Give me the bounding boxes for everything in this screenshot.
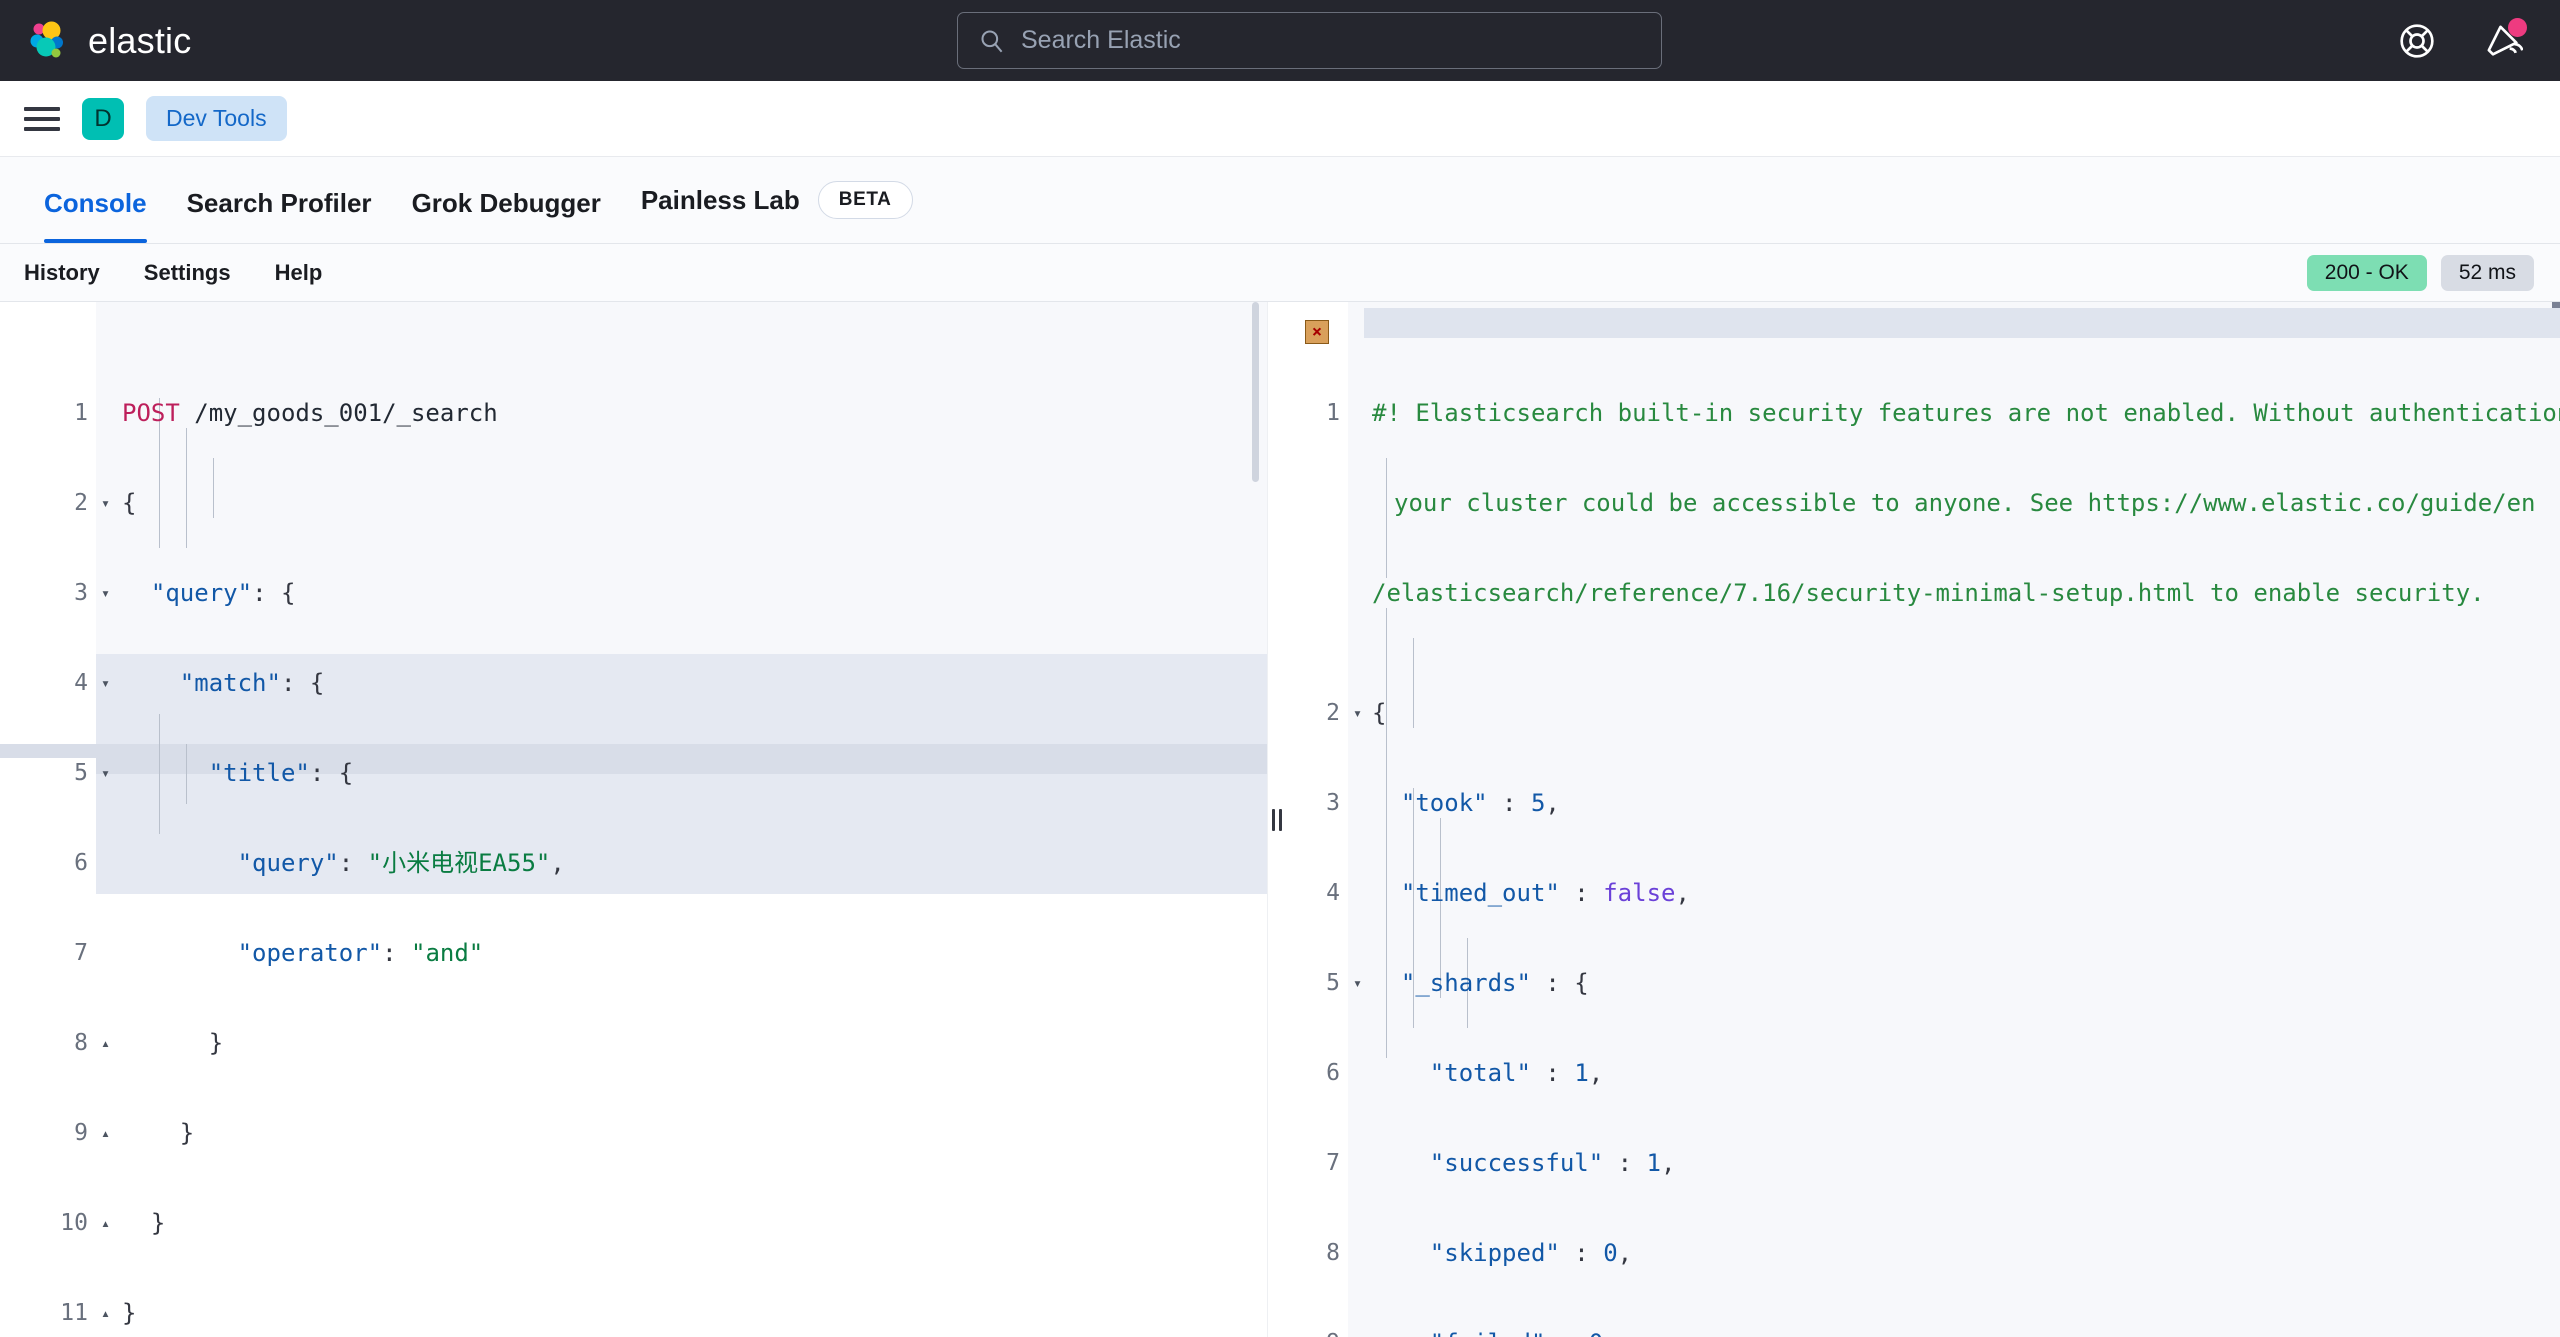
fold-toggle-icon[interactable]: ▴ xyxy=(98,1030,110,1056)
header-actions xyxy=(2394,17,2527,64)
search-icon xyxy=(978,27,1005,54)
line-number: 7 xyxy=(0,938,96,968)
search-placeholder: Search Elastic xyxy=(1021,26,1181,54)
code-line[interactable]: 8 "skipped" : 0, xyxy=(1268,1238,2560,1268)
breadcrumb-dev-tools[interactable]: Dev Tools xyxy=(146,96,287,141)
code-line[interactable]: 3 ▾ "query": { xyxy=(0,578,1267,608)
response-code[interactable]: 1 #! Elasticsearch built-in security feat… xyxy=(1268,302,2560,1337)
tab-grok-debugger[interactable]: Grok Debugger xyxy=(392,188,621,243)
breadcrumb-bar: D Dev Tools xyxy=(0,81,2560,157)
fold-toggle-icon[interactable]: ▴ xyxy=(98,1120,110,1146)
code-line[interactable]: 7 "successful" : 1, xyxy=(1268,1148,2560,1178)
code-line[interactable]: 6 "total" : 1, xyxy=(1268,1058,2560,1088)
status-badge: 200 - OK xyxy=(2306,254,2427,291)
brand-name: elastic xyxy=(88,19,192,61)
code-line[interactable]: 9 ▴ } xyxy=(0,1118,1267,1148)
beta-badge: BETA xyxy=(817,181,913,219)
fold-toggle-icon[interactable]: ▾ xyxy=(1350,700,1362,726)
lifebuoy-help-icon[interactable] xyxy=(2394,18,2440,64)
code-line[interactable]: 9 "failed" : 0 xyxy=(1268,1328,2560,1337)
pane-splitter[interactable] xyxy=(1268,302,1286,1337)
tab-search-profiler[interactable]: Search Profiler xyxy=(167,188,392,243)
line-number: 10 ▴ xyxy=(0,1208,110,1238)
tab-painless-lab[interactable]: Painless Lab BETA xyxy=(621,181,933,243)
warning-text-row-3: /elasticsearch/reference/7.16/security-m… xyxy=(1372,579,2485,607)
duration-badge: 52 ms xyxy=(2440,254,2534,291)
code-line[interactable]: 4 ▾ "match": { xyxy=(0,668,1267,698)
code-line[interactable]: 7 "operator": "and" xyxy=(0,938,1267,968)
line-number: 3 ▾ xyxy=(0,578,110,608)
line-number: 6 xyxy=(0,848,96,878)
warning-text-row-1: #! Elasticsearch built-in security featu… xyxy=(1372,399,2560,427)
line-number: 5 ▾ xyxy=(0,758,110,788)
hamburger-menu-icon[interactable] xyxy=(24,101,60,137)
line-number: 2 ▾ xyxy=(0,488,110,518)
console-action-bar: History Settings Help 200 - OK 52 ms xyxy=(0,244,2560,302)
history-button[interactable]: History xyxy=(24,260,100,286)
code-line[interactable]: 2 ▾{ xyxy=(0,488,1267,518)
fold-toggle-icon[interactable]: ▾ xyxy=(98,760,110,786)
tab-grok-debugger-label: Grok Debugger xyxy=(411,188,601,218)
code-line[interactable]: /elasticsearch/reference/7.16/security-m… xyxy=(1268,578,2560,608)
console-action-links: History Settings Help xyxy=(24,260,322,286)
error-marker-icon[interactable]: × xyxy=(1305,320,1329,344)
request-code[interactable]: 1 POST /my_goods_001/_search 2 ▾{ 3 ▾ "quer… xyxy=(0,302,1267,1337)
line-number: 4 ▾ xyxy=(0,668,110,698)
code-line[interactable]: 5 ▾ "title": { xyxy=(0,758,1267,788)
code-line[interactable]: 3 "took" : 5, xyxy=(1268,788,2560,818)
warning-text-row-2: your cluster could be accessible to anyo… xyxy=(1394,489,2536,517)
line-number: 11 ▴ xyxy=(0,1298,110,1328)
line-number: 1 xyxy=(0,398,96,428)
code-line[interactable]: 10 ▴ } xyxy=(0,1208,1267,1238)
fold-toggle-icon[interactable]: ▴ xyxy=(98,1210,110,1236)
fold-toggle-icon[interactable]: ▾ xyxy=(98,580,110,606)
tab-console[interactable]: Console xyxy=(24,188,167,243)
fold-toggle-icon[interactable]: ▾ xyxy=(1350,970,1362,996)
tab-search-profiler-label: Search Profiler xyxy=(186,188,372,218)
tab-console-label: Console xyxy=(44,188,147,218)
megaphone-news-icon[interactable] xyxy=(2480,17,2527,64)
code-line[interactable]: your cluster could be accessible to anyo… xyxy=(1268,488,2560,518)
code-line[interactable]: 5 ▾ "_shards" : { xyxy=(1268,968,2560,998)
elastic-brand[interactable]: elastic xyxy=(26,19,191,63)
global-search-field[interactable]: Search Elastic xyxy=(957,12,1662,69)
app-tabs: Console Search Profiler Grok Debugger Pa… xyxy=(0,157,2560,244)
line-number: 9 ▴ xyxy=(0,1118,110,1148)
code-line[interactable]: 1 POST /my_goods_001/_search xyxy=(0,398,1267,428)
code-line[interactable]: 1 #! Elasticsearch built-in security feat… xyxy=(1268,398,2560,428)
space-avatar[interactable]: D xyxy=(82,97,124,140)
tab-painless-lab-label: Painless Lab xyxy=(640,184,800,215)
fold-toggle-icon[interactable]: ▴ xyxy=(98,1300,110,1326)
splitter-grip-icon[interactable] xyxy=(1272,808,1282,831)
help-button[interactable]: Help xyxy=(275,260,323,286)
code-line[interactable]: 11 ▴} xyxy=(0,1298,1267,1328)
code-line[interactable]: 4 "timed_out" : false, xyxy=(1268,878,2560,908)
settings-button[interactable]: Settings xyxy=(144,260,231,286)
code-line[interactable]: 8 ▴ } xyxy=(0,1028,1267,1058)
elastic-logo-icon xyxy=(26,19,70,63)
console-editor-area: 1 POST /my_goods_001/_search 2 ▾{ 3 ▾ "quer… xyxy=(0,302,2560,1337)
code-line[interactable]: 2 ▾{ xyxy=(1268,698,2560,728)
line-number: 8 ▴ xyxy=(0,1028,110,1058)
global-header: elastic Search Elastic xyxy=(0,0,2560,81)
notification-badge xyxy=(2508,17,2527,37)
fold-toggle-icon[interactable]: ▾ xyxy=(98,490,110,516)
code-line[interactable]: 6 "query": "小米电视EA55", xyxy=(0,848,1267,878)
fold-toggle-icon[interactable]: ▾ xyxy=(98,670,110,696)
response-output-pane[interactable]: × 1 #! Elasticsearch built-in security fe… xyxy=(1268,302,2560,1337)
response-status-group: 200 - OK 52 ms xyxy=(2306,254,2534,291)
request-editor-pane[interactable]: 1 POST /my_goods_001/_search 2 ▾{ 3 ▾ "quer… xyxy=(0,302,1268,1337)
